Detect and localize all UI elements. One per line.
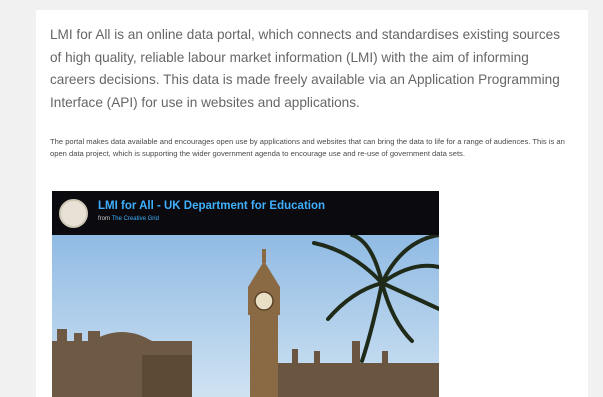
video-title[interactable]: LMI for All - UK Department for Educatio… — [98, 200, 325, 212]
description-paragraph: The portal makes data available and enco… — [50, 137, 565, 159]
content-card: LMI for All is an online data portal, wh… — [36, 10, 588, 397]
from-label: from — [98, 216, 110, 222]
video-byline: from The Creative Grid — [98, 216, 159, 222]
channel-link[interactable]: The Creative Grid — [112, 216, 159, 222]
intro-paragraph: LMI for All is an online data portal, wh… — [50, 27, 561, 110]
video-header: LMI for All - UK Department for Educatio… — [52, 191, 439, 235]
channel-avatar-icon[interactable] — [59, 199, 88, 228]
video-embed[interactable]: LMI for All - UK Department for Educatio… — [52, 191, 439, 397]
